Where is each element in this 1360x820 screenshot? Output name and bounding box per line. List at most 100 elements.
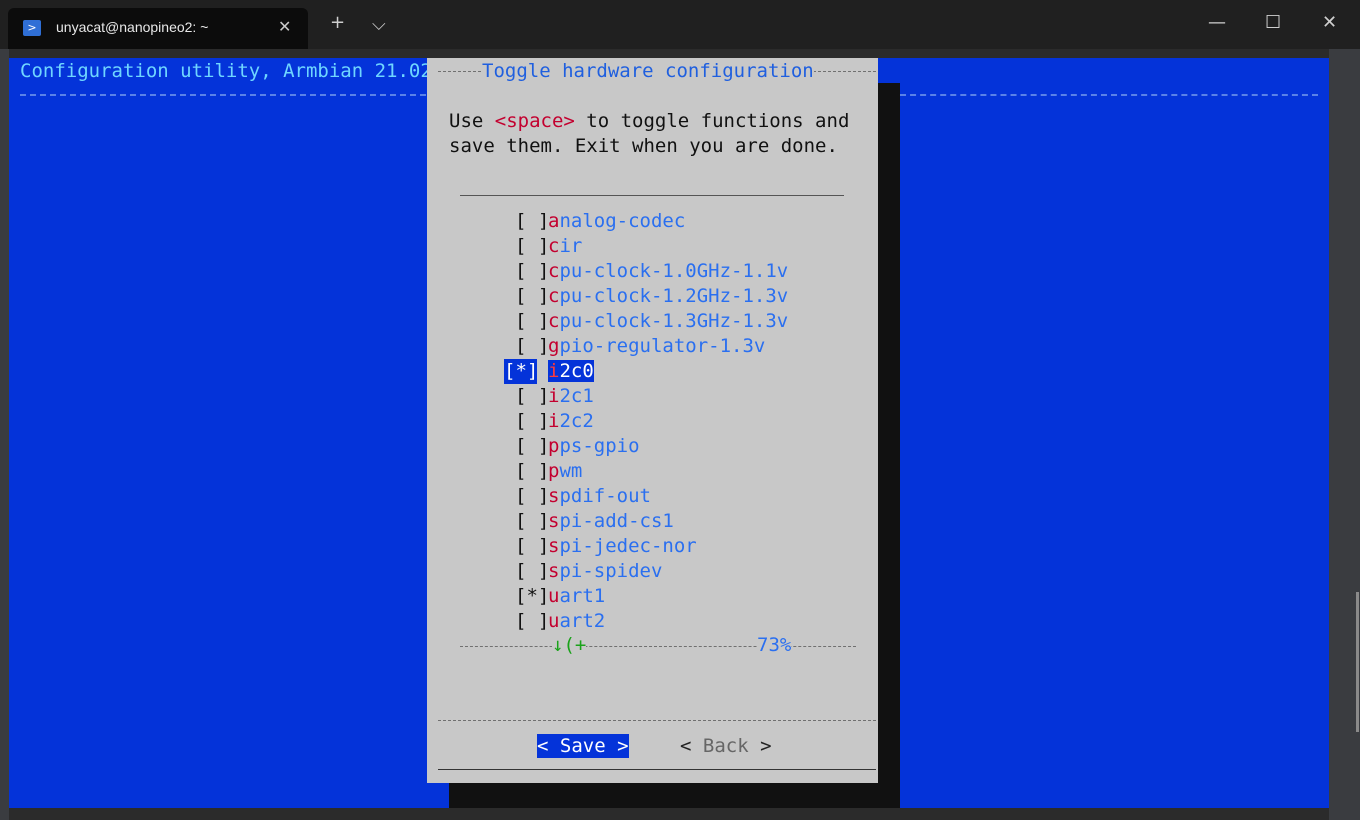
item-label-rest: pu-clock-1.2GHz-1.3v: [559, 285, 789, 307]
item-hotkey: a: [548, 210, 560, 232]
checkbox[interactable]: [ ]: [504, 459, 549, 484]
new-tab-button[interactable]: +: [330, 12, 345, 33]
checklist-item[interactable]: [ ]cpu-clock-1.3GHz-1.3v: [504, 309, 788, 334]
item-label: spi-jedec-nor: [548, 535, 697, 557]
item-label: spdif-out: [548, 485, 651, 507]
item-label-rest: 2c2: [559, 410, 594, 432]
item-hotkey: c: [548, 285, 560, 307]
checklist-item[interactable]: [ ]spdif-out: [504, 484, 788, 509]
checkbox[interactable]: [ ]: [504, 384, 549, 409]
item-label-rest: art2: [559, 610, 606, 632]
checkbox[interactable]: [ ]: [504, 209, 549, 234]
terminal-scrollbar[interactable]: [1356, 592, 1359, 732]
item-label-rest: pi-jedec-nor: [559, 535, 697, 557]
header-divider-right: [900, 94, 1318, 96]
space-key-hint: <space>: [494, 110, 575, 132]
checklist-item[interactable]: [ ]pwm: [504, 459, 788, 484]
item-label: gpio-regulator-1.3v: [548, 335, 765, 357]
powershell-icon: >: [23, 20, 41, 36]
item-label-rest: pu-clock-1.3GHz-1.3v: [559, 310, 789, 332]
checklist-item[interactable]: [ ]gpio-regulator-1.3v: [504, 334, 788, 359]
item-hotkey: g: [548, 335, 560, 357]
checkbox[interactable]: [ ]: [504, 609, 549, 634]
item-hotkey: c: [548, 260, 560, 282]
checklist-item[interactable]: [ ]uart2: [504, 609, 788, 634]
item-label-rest: ps-gpio: [559, 435, 640, 457]
checklist-item[interactable]: [ ]cir: [504, 234, 788, 259]
checkbox[interactable]: [*]: [504, 359, 538, 384]
scroll-down-indicator: ↓(+: [552, 634, 587, 656]
checkbox[interactable]: [ ]: [504, 309, 549, 334]
tab-dropdown-button[interactable]: ⌵: [372, 14, 386, 35]
checklist-item[interactable]: [ ]cpu-clock-1.0GHz-1.1v: [504, 259, 788, 284]
item-label-rest: pi-add-cs1: [559, 510, 674, 532]
header-title: Configuration utility, Armbian 21.02.: [20, 60, 444, 82]
item-hotkey: i: [548, 385, 560, 407]
checkbox[interactable]: [ ]: [504, 534, 549, 559]
checklist-item[interactable]: [*] i2c0: [504, 359, 788, 384]
checklist-item[interactable]: [ ]i2c1: [504, 384, 788, 409]
checklist: [ ]analog-codec[ ]cir[ ]cpu-clock-1.0GHz…: [504, 209, 788, 634]
item-label-rest: pio-regulator-1.3v: [559, 335, 766, 357]
item-hotkey: s: [548, 535, 560, 557]
checkbox[interactable]: [ ]: [504, 259, 549, 284]
item-label-rest: wm: [559, 460, 583, 482]
item-label-rest: pi-spidev: [559, 560, 663, 582]
item-hotkey: i: [548, 360, 560, 382]
checkbox[interactable]: [ ]: [504, 434, 549, 459]
item-hotkey: p: [548, 460, 560, 482]
close-tab-icon[interactable]: ✕: [278, 17, 291, 36]
scroll-percent: 73%: [757, 634, 792, 656]
checklist-item[interactable]: [ ]pps-gpio: [504, 434, 788, 459]
item-hotkey: u: [548, 585, 560, 607]
item-label: cpu-clock-1.0GHz-1.1v: [548, 260, 788, 282]
checklist-item[interactable]: [ ]spi-add-cs1: [504, 509, 788, 534]
checkbox[interactable]: [*]: [504, 584, 549, 609]
close-window-button[interactable]: ✕: [1322, 12, 1337, 33]
buttons-top-border: [438, 720, 876, 721]
item-label-rest: art1: [559, 585, 606, 607]
save-button[interactable]: < Save >: [537, 734, 629, 758]
checkbox[interactable]: [ ]: [504, 409, 549, 434]
tab-title: unyacat@nanopineo2: ~: [56, 19, 209, 35]
checklist-item[interactable]: [ ]spi-jedec-nor: [504, 534, 788, 559]
item-hotkey: c: [548, 310, 560, 332]
checklist-item[interactable]: [ ]analog-codec: [504, 209, 788, 234]
checkbox[interactable]: [ ]: [504, 334, 549, 359]
minimize-button[interactable]: —: [1208, 12, 1226, 33]
list-top-border: [460, 195, 844, 196]
item-hotkey: i: [548, 410, 560, 432]
dialog-bottom-border: [438, 769, 876, 770]
checkbox[interactable]: [ ]: [504, 234, 549, 259]
back-button[interactable]: < Back >: [680, 734, 772, 758]
item-label: cpu-clock-1.3GHz-1.3v: [548, 310, 788, 332]
item-label-rest: pu-clock-1.0GHz-1.1v: [559, 260, 789, 282]
checklist-item[interactable]: [ ]cpu-clock-1.2GHz-1.3v: [504, 284, 788, 309]
item-label-rest: pdif-out: [559, 485, 651, 507]
item-hotkey: s: [548, 560, 560, 582]
dialog-description: Use <space> to toggle functions and save…: [449, 110, 850, 157]
checkbox[interactable]: [ ]: [504, 284, 549, 309]
checkbox[interactable]: [ ]: [504, 484, 549, 509]
item-label-rest: 2c1: [559, 385, 594, 407]
wallpaper-left: [0, 49, 9, 820]
checklist-item[interactable]: [ ]spi-spidev: [504, 559, 788, 584]
checkbox[interactable]: [ ]: [504, 509, 549, 534]
item-hotkey: p: [548, 435, 560, 457]
item-label: cpu-clock-1.2GHz-1.3v: [548, 285, 788, 307]
checklist-item[interactable]: [*]uart1: [504, 584, 788, 609]
item-label: uart2: [548, 610, 605, 632]
terminal-tab[interactable]: > unyacat@nanopineo2: ~ ✕: [8, 8, 308, 49]
item-hotkey: s: [548, 510, 560, 532]
window-titlebar: > unyacat@nanopineo2: ~ ✕ + ⌵ — ☐ ✕: [0, 0, 1360, 49]
item-hotkey: s: [548, 485, 560, 507]
item-label: pps-gpio: [548, 435, 640, 457]
item-label-rest: ir: [559, 235, 583, 257]
item-label: cir: [548, 235, 582, 257]
checklist-item[interactable]: [ ]i2c2: [504, 409, 788, 434]
checkbox[interactable]: [ ]: [504, 559, 549, 584]
maximize-button[interactable]: ☐: [1265, 12, 1281, 33]
item-label: pwm: [548, 460, 582, 482]
item-label-rest: nalog-codec: [559, 210, 686, 232]
item-label: i2c0: [548, 360, 594, 382]
